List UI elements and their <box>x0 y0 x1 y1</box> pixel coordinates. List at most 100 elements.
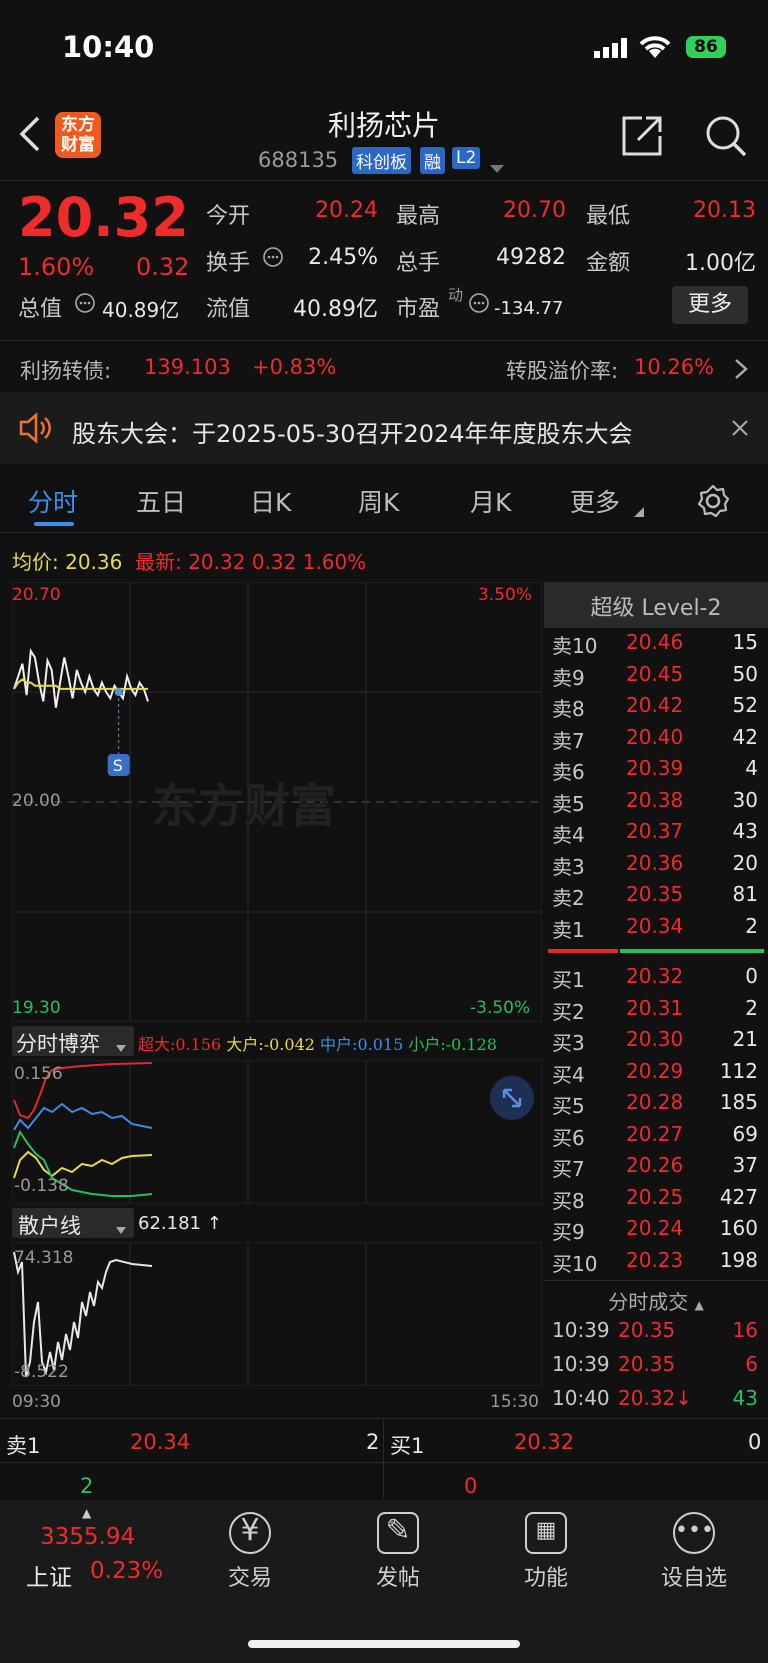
info-icon[interactable] <box>468 292 490 318</box>
bid-row[interactable]: 买10 20.23 198 <box>552 1248 762 1279</box>
open-label: 今开 <box>206 204 251 229</box>
index-value[interactable]: 3355.94 <box>40 1524 135 1550</box>
trade-price: 20.32↓ <box>618 1386 693 1410</box>
nav-watchlist[interactable]: ••• 设自选 <box>634 1512 754 1592</box>
ask-row[interactable]: 卖3 20.36 20 <box>552 851 762 882</box>
triangle-icon <box>634 502 644 521</box>
trade-row: 10:40 20.32↓ 43 <box>552 1386 762 1417</box>
dropdown-icon[interactable] <box>490 158 504 177</box>
stock-code: 688135 <box>258 148 339 172</box>
s-marker[interactable]: S <box>107 754 130 776</box>
caret-up-icon: ▲ <box>82 1506 92 1520</box>
chevron-down-icon <box>116 1220 126 1239</box>
bid-row[interactable]: 买1 20.32 0 <box>552 964 762 995</box>
tab-monthly-k[interactable]: 月K <box>470 483 511 519</box>
share-icon[interactable] <box>620 114 664 162</box>
bid-label: 买5 <box>552 1094 585 1118</box>
bid-row[interactable]: 买3 20.30 21 <box>552 1027 762 1058</box>
ask-price: 20.35 <box>626 882 684 906</box>
retail-y-max: 74.318 <box>14 1248 74 1268</box>
ask-row[interactable]: 卖4 20.37 43 <box>552 819 762 850</box>
bid-price: 20.30 <box>626 1027 684 1051</box>
bid-price: 20.32 <box>626 964 684 988</box>
trade-price: 20.35 <box>618 1318 676 1342</box>
status-time: 10:40 <box>62 30 155 64</box>
ask-row[interactable]: 卖7 20.40 42 <box>552 725 762 756</box>
info-icon[interactable] <box>262 246 284 272</box>
search-icon[interactable] <box>704 114 748 162</box>
ask-price: 20.46 <box>626 630 684 654</box>
ask-label: 卖3 <box>552 854 585 879</box>
home-indicator <box>248 1640 520 1648</box>
trade-volume: 6 <box>745 1352 758 1376</box>
bid-row[interactable]: 买6 20.27 69 <box>552 1122 762 1153</box>
game-y-min: -0.138 <box>14 1176 69 1196</box>
ask-label: 卖1 <box>552 917 585 942</box>
nav-post[interactable]: ✎ 发帖 <box>338 1512 458 1592</box>
avg-label: 均价: <box>12 550 59 574</box>
ask-row[interactable]: 卖6 20.39 4 <box>552 756 762 787</box>
tab-five-day[interactable]: 五日 <box>136 483 186 519</box>
trades-title[interactable]: 分时成交 ▲ <box>544 1286 768 1315</box>
bond-label[interactable]: 利扬转债: <box>20 355 111 385</box>
nav-trade[interactable]: ¥ 交易 <box>190 1512 310 1592</box>
chevron-right-icon[interactable] <box>734 358 748 384</box>
tab-more[interactable]: 更多 <box>570 483 620 519</box>
ask-row[interactable]: 卖8 20.42 52 <box>552 693 762 724</box>
ask-price: 20.36 <box>626 850 684 875</box>
ask-label: 卖7 <box>552 728 585 753</box>
bid-label: 买4 <box>552 1062 585 1087</box>
retail-y-min: -8.522 <box>14 1362 69 1382</box>
ask-row[interactable]: 卖2 20.35 81 <box>552 882 762 913</box>
wifi-icon <box>638 34 672 64</box>
bid-row[interactable]: 买9 20.24 160 <box>552 1216 762 1247</box>
bid-row[interactable]: 买7 20.26 37 <box>552 1153 762 1184</box>
tag-star-board: 科创板 <box>352 147 411 174</box>
index-name[interactable]: 上证 <box>26 1558 72 1592</box>
game-title[interactable]: 分时博弈 <box>16 1028 100 1058</box>
ask-volume: 50 <box>732 661 758 686</box>
high-label: 最高 <box>396 204 441 229</box>
expand-icon[interactable] <box>490 1076 534 1120</box>
level2-title[interactable]: 超级 Level-2 <box>544 590 768 622</box>
bottom-ask-sub: 2 <box>80 1474 94 1498</box>
ask-row[interactable]: 卖5 20.38 30 <box>552 788 762 819</box>
bid-row[interactable]: 买5 20.28 185 <box>552 1090 762 1121</box>
big-value: -0.042 <box>263 1035 315 1054</box>
bid-row[interactable]: 买4 20.29 112 <box>552 1059 762 1090</box>
game-chart[interactable] <box>12 1060 542 1204</box>
ask-row[interactable]: 卖10 20.46 15 <box>552 630 762 661</box>
bid-volume: 160 <box>719 1216 758 1240</box>
gear-icon[interactable] <box>696 484 730 522</box>
big-line <box>13 1150 153 1179</box>
tab-daily-k[interactable]: 日K <box>250 483 291 519</box>
intraday-chart[interactable]: 东方财富 S <box>12 582 542 1022</box>
index-pct[interactable]: 0.23% <box>90 1558 163 1584</box>
info-icon[interactable] <box>74 292 96 318</box>
tab-weekly-k[interactable]: 周K <box>358 483 399 519</box>
bid-row[interactable]: 买8 20.25 427 <box>552 1185 762 1216</box>
ask-row[interactable]: 卖9 20.45 50 <box>552 662 762 693</box>
bid-price: 20.29 <box>626 1058 684 1083</box>
retail-title[interactable]: 散户线 <box>18 1210 81 1240</box>
notice-text[interactable]: 股东大会：于2025-05-30召开2024年年度股东大会 <box>72 414 633 449</box>
ask-row[interactable]: 卖1 20.34 2 <box>552 914 762 945</box>
bid-price: 20.26 <box>626 1153 684 1177</box>
nav-function[interactable]: ▦ 功能 <box>486 1512 606 1592</box>
close-icon[interactable] <box>730 418 750 442</box>
retail-chart[interactable] <box>12 1242 542 1386</box>
tag-l2: L2 <box>452 147 481 169</box>
tab-intraday[interactable]: 分时 <box>28 483 78 519</box>
ask-price: 20.45 <box>626 661 684 686</box>
more-button[interactable]: 更多 <box>672 286 748 324</box>
svg-text:S: S <box>113 756 123 775</box>
bid-volume: 427 <box>719 1184 758 1209</box>
ask-label: 卖6 <box>552 760 585 784</box>
bid-row[interactable]: 买2 20.31 2 <box>552 996 762 1027</box>
pe-value: -134.77 <box>494 298 564 319</box>
ask-price: 20.34 <box>626 913 684 938</box>
yen-icon: ¥ <box>229 1512 271 1554</box>
high-value: 20.70 <box>503 198 566 223</box>
trade-point[interactable] <box>114 688 123 696</box>
bottom-bid-label: 买1 <box>390 1434 425 1458</box>
